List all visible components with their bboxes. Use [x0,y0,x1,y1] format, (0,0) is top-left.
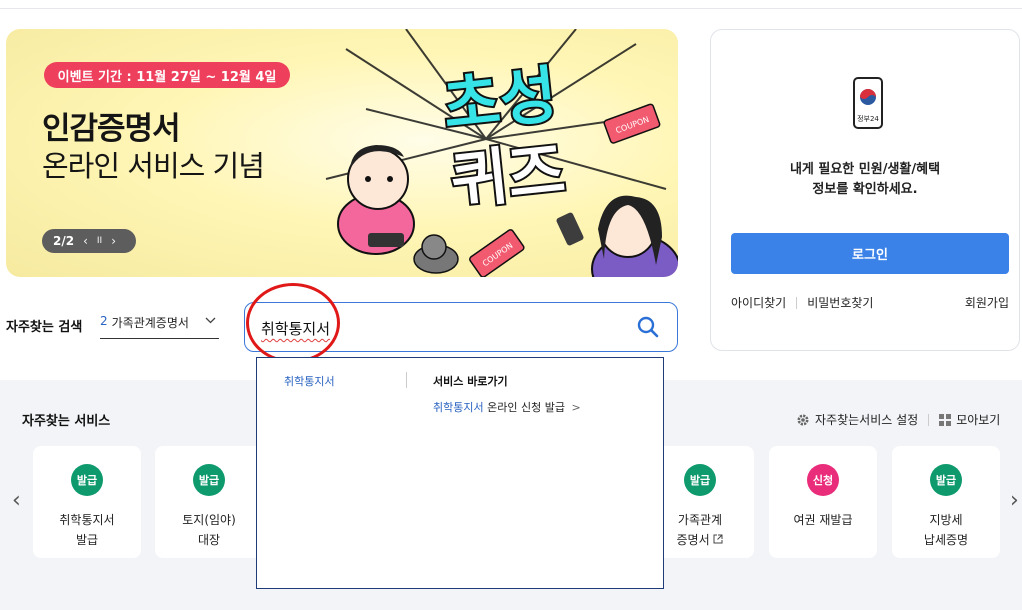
search-input[interactable]: 취학통지서 [244,302,678,352]
external-link-icon [713,534,723,544]
service-label-line1: 지방세 [929,513,963,527]
login-panel: 정부24 내게 필요한 민원/생활/혜택 정보를 확인하세요. 로그인 아이디찾… [710,29,1020,351]
gov24-label: 정부24 [857,114,879,123]
autocomplete-suggestion[interactable]: 취학통지서 [284,373,335,389]
service-label: 지방세 납세증명 [892,510,1000,550]
slide-controls: 2/2 ‹ II › [42,229,136,253]
signup-link[interactable]: 회원가입 [965,294,1009,311]
banner-title: 인감증명서 [42,111,181,147]
find-password-link[interactable]: 비밀번호찾기 [807,294,873,311]
promo-banner[interactable]: 이벤트 기간 : 11월 27일 ~ 12월 4일 인감증명서 온라인 서비스 … [6,29,678,277]
service-card[interactable]: 신청 여권 재발급 [769,446,877,558]
frequent-search-label: 자주찾는 검색 [6,320,83,335]
login-message-line1: 내게 필요한 민원/생활/혜택 [789,162,941,177]
shortcut-highlight: 취학통지서 [433,401,484,414]
quiz-title-line1: 초성 [439,58,560,143]
login-links: 아이디찾기 비밀번호찾기 회원가입 [731,294,1009,311]
login-message: 내게 필요한 민원/생활/혜택 정보를 확인하세요. [711,160,1019,200]
quiz-title-line2: 퀴즈 [447,133,568,218]
issue-badge: 발급 [193,464,225,496]
service-label: 여권 재발급 [769,510,877,530]
prev-arrow-icon[interactable]: ‹ [12,488,21,513]
autocomplete-dropdown: 취학통지서 서비스 바로가기 취학통지서 온라인 신청 발급 > [256,357,664,589]
login-message-line2: 정보를 확인하세요. [812,182,918,197]
service-shortcut-link[interactable]: 취학통지서 온라인 신청 발급 > [433,399,581,415]
search-query[interactable]: 취학통지서 [261,318,330,339]
banner-illustration: 초성 퀴즈 COUPON COUPON [325,29,678,277]
next-arrow-icon[interactable]: › [1010,488,1019,513]
service-label-line1: 토지(임야) [182,513,236,527]
service-card[interactable]: 발급 취학통지서 발급 [33,446,141,558]
select-rank: 2 [100,314,108,328]
gov24-phone-icon: 정부24 [853,77,883,129]
service-label-line2: 납세증명 [923,533,969,547]
issue-badge: 발급 [71,464,103,496]
issue-badge: 발급 [930,464,962,496]
services-settings-button[interactable]: 자주찾는서비스 설정 [796,411,918,428]
service-label: 토지(임야) 대장 [155,510,263,550]
prev-slide-button[interactable]: ‹ [83,234,88,248]
gear-icon [797,414,809,425]
chevron-right-icon: > [571,401,581,414]
pause-button[interactable]: II [97,236,102,246]
service-label-line1: 여권 재발급 [793,513,853,527]
divider [928,413,930,426]
banner-subtitle: 온라인 서비스 기념 [42,149,265,183]
next-slide-button[interactable]: › [111,234,116,248]
service-label-line1: 취학통지서 [59,513,115,527]
service-shortcut-heading: 서비스 바로가기 [433,375,508,388]
select-value: 가족관계증명서 [111,316,189,330]
slide-counter: 2/2 [53,234,75,248]
service-label-line2: 발급 [75,533,99,547]
login-button[interactable]: 로그인 [731,233,1009,274]
service-label: 취학통지서 발급 [33,510,141,550]
shortcut-text: 온라인 신청 발급 [487,401,565,414]
apply-badge: 신청 [807,464,839,496]
service-label-text: 증명서 [676,533,710,547]
service-card[interactable]: 발급 지방세 납세증명 [892,446,1000,558]
search-icon[interactable] [637,316,659,342]
service-card[interactable]: 발급 토지(임야) 대장 [155,446,263,558]
divider [406,372,407,388]
issue-badge: 발급 [684,464,716,496]
frequent-search-select[interactable]: 2 가족관계증명서 [100,314,219,339]
settings-label: 자주찾는서비스 설정 [815,413,919,427]
frequent-services-title: 자주찾는 서비스 [22,414,111,429]
top-divider [0,8,1022,9]
section-tools: 자주찾는서비스 설정 모아보기 [796,411,1000,428]
divider [796,296,798,309]
chevron-down-icon [205,314,216,327]
grid-icon [939,413,952,426]
event-period-badge: 이벤트 기간 : 11월 27일 ~ 12월 4일 [44,62,290,88]
find-id-link[interactable]: 아이디찾기 [731,294,786,311]
view-all-button[interactable]: 모아보기 [939,411,1000,428]
service-label-line2: 대장 [197,533,221,547]
view-all-label: 모아보기 [956,413,1001,427]
